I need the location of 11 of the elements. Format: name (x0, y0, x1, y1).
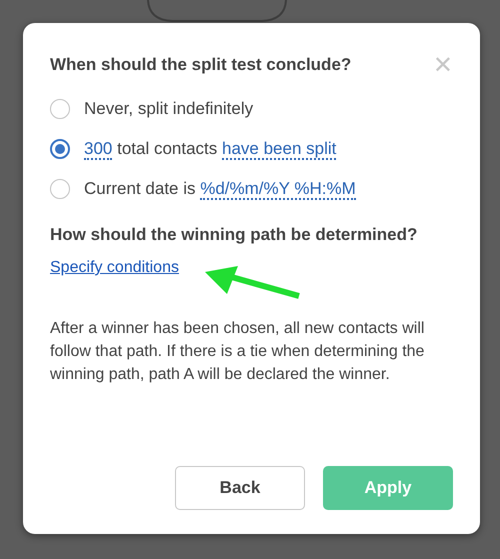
dialog-title: When should the split test conclude? (50, 55, 352, 75)
option-label: Never, split indefinitely (84, 99, 254, 119)
specify-conditions-link[interactable]: Specify conditions (50, 259, 179, 277)
description-text: After a winner has been chosen, all new contacts will follow that path. If there is a tie when determining the winning path, path A will be declared the winner. (50, 319, 426, 385)
option-label: Current date is %d/%m/%Y %H:%M (84, 179, 356, 199)
option-label: 300 total contacts have been split (84, 139, 336, 159)
inline-link[interactable]: %d/%m/%Y %H:%M (200, 179, 356, 200)
section-heading: How should the winning path be determined? (50, 225, 418, 245)
inline-link[interactable]: have been split (222, 139, 336, 160)
inline-link[interactable]: 300 (84, 139, 112, 160)
back-button[interactable]: Back (175, 466, 305, 510)
